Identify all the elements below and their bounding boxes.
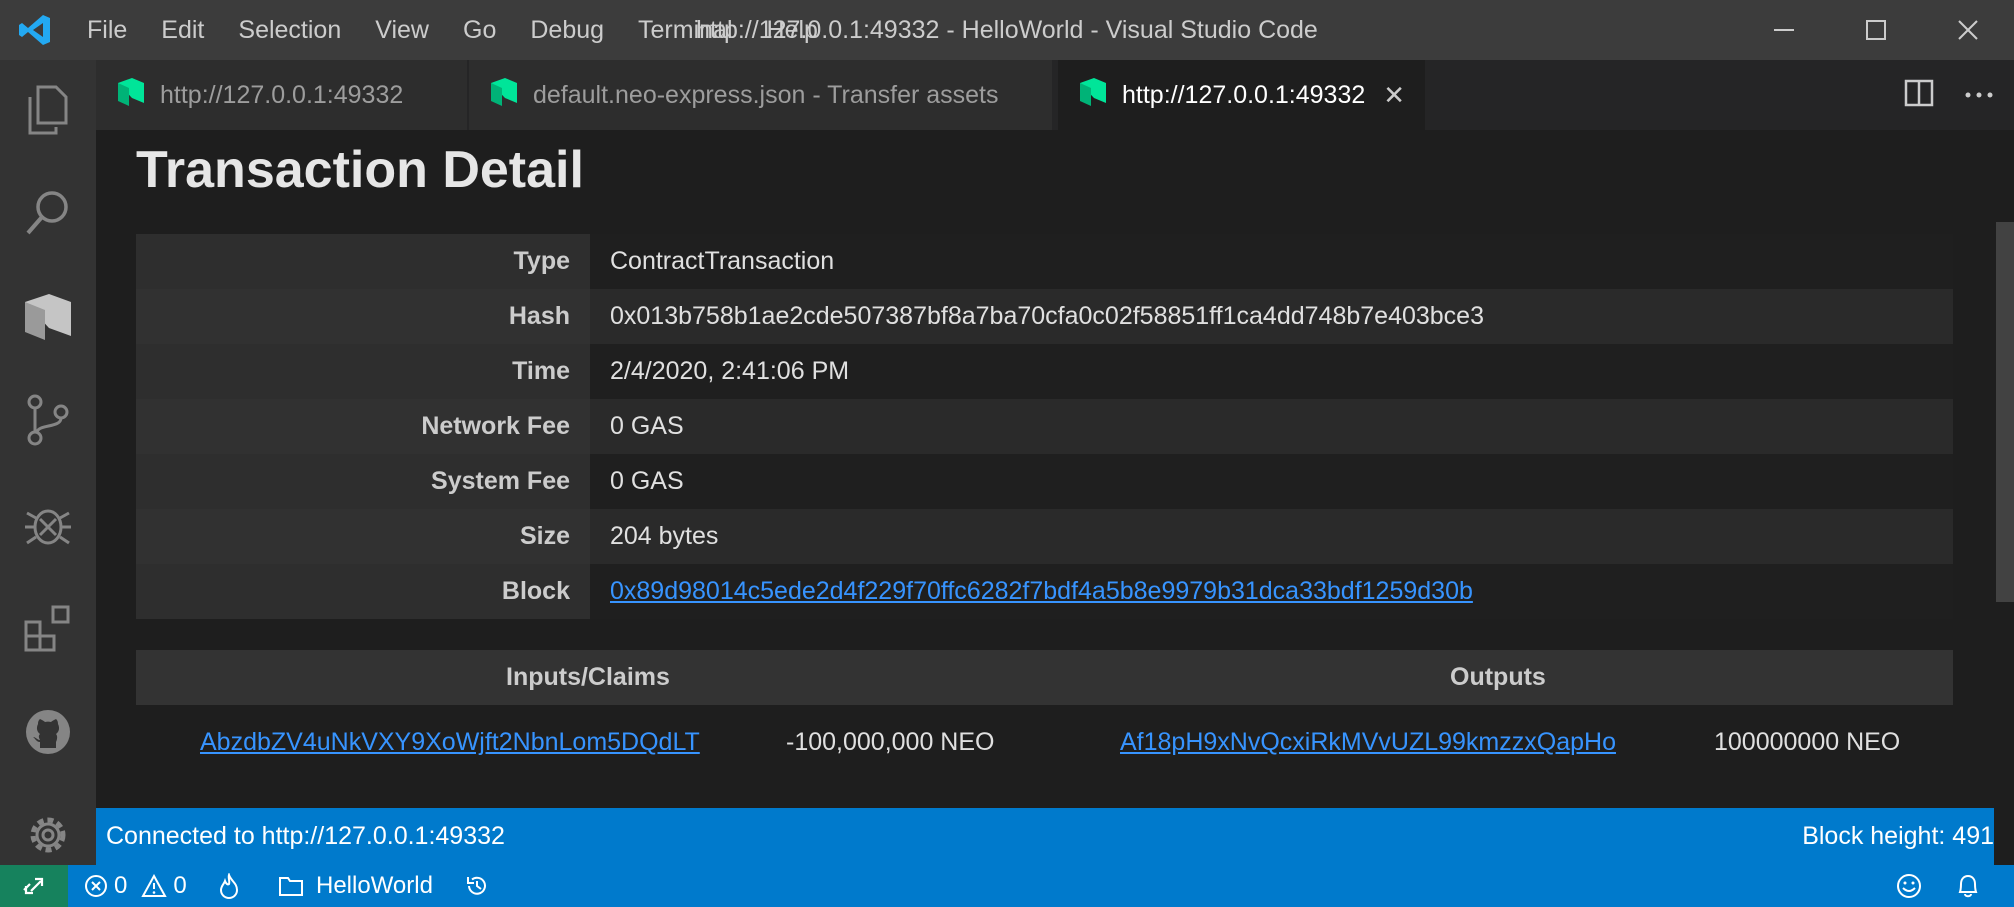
tab-neo-express-json[interactable]: default.neo-express.json - Transfer asse… xyxy=(469,60,1053,130)
tab-label: http://127.0.0.1:49332 xyxy=(1122,80,1366,109)
row-value: 0x013b758b1ae2cde507387bf8a7ba70cfa0c02f… xyxy=(590,289,1953,344)
explorer-icon[interactable] xyxy=(0,60,96,160)
input-address[interactable]: AbzdbZV4uNkVXY9XoWjft2NbnLom5DQdLT xyxy=(200,728,700,756)
remote-icon xyxy=(23,877,44,895)
window-controls xyxy=(1738,0,2014,60)
neo-icon[interactable] xyxy=(0,267,96,367)
editor-tabs: http://127.0.0.1:49332 default.neo-expre… xyxy=(96,60,2014,130)
maximize-icon xyxy=(1866,20,1886,40)
output-amount: 100000000 NEO xyxy=(1714,728,1901,756)
tab-label: default.neo-express.json - Transfer asse… xyxy=(533,80,999,109)
page-title: Transaction Detail xyxy=(136,141,584,199)
folder-icon xyxy=(279,877,303,896)
menu-file[interactable]: File xyxy=(70,0,144,60)
row-value: ContractTransaction xyxy=(590,234,1953,289)
scrollbar-thumb[interactable] xyxy=(1996,222,2014,602)
io-header: Inputs/Claims Outputs xyxy=(136,650,1953,705)
error-icon xyxy=(85,875,107,897)
notifications-icon[interactable] xyxy=(1956,865,1980,907)
flame-icon[interactable] xyxy=(218,865,240,907)
row-label: Time xyxy=(136,344,590,399)
activity-bar xyxy=(0,60,96,865)
extensions-icon[interactable] xyxy=(0,578,96,678)
maximize-button[interactable] xyxy=(1830,0,1922,60)
block-hash-link[interactable]: 0x89d98014c5ede2d4f229f70ffc6282f7bdf4a5… xyxy=(610,577,1473,605)
menu-edit[interactable]: Edit xyxy=(144,0,221,60)
row-value: 2/4/2020, 2:41:06 PM xyxy=(590,344,1953,399)
output-address[interactable]: Af18pH9xNvQcxiRkMVvUZL99kmzzxQapHo xyxy=(1120,728,1616,756)
connection-bar: Connected to http://127.0.0.1:49332 Bloc… xyxy=(96,808,1994,865)
menu-terminal[interactable]: Terminal xyxy=(621,0,749,60)
vscode-logo-icon xyxy=(0,0,70,60)
minimize-button[interactable] xyxy=(1738,0,1830,60)
table-row: Size 204 bytes xyxy=(136,509,1953,564)
table-row: Hash 0x013b758b1ae2cde507387bf8a7ba70cfa… xyxy=(136,289,1953,344)
more-actions-icon[interactable] xyxy=(1964,86,1994,104)
debug-icon[interactable] xyxy=(0,474,96,574)
menu-debug[interactable]: Debug xyxy=(513,0,621,60)
output-address-link[interactable]: Af18pH9xNvQcxiRkMVvUZL99kmzzxQapHo xyxy=(1120,728,1616,757)
menu-help[interactable]: Help xyxy=(750,0,835,60)
tab-local-url-2[interactable]: http://127.0.0.1:49332 ✕ xyxy=(1058,60,1426,130)
folder-indicator[interactable]: HelloWorld xyxy=(278,865,433,907)
close-icon xyxy=(1958,20,1978,40)
title-bar: File Edit Selection View Go Debug Termin… xyxy=(0,0,2014,60)
minimize-icon xyxy=(1774,29,1794,31)
warning-icon xyxy=(141,874,168,897)
transaction-detail-table: Type ContractTransaction Hash 0x013b758b… xyxy=(136,234,1953,619)
history-icon[interactable] xyxy=(464,865,490,907)
table-row: Block 0x89d98014c5ede2d4f229f70ffc6282f7… xyxy=(136,564,1953,619)
feedback-icon[interactable] xyxy=(1896,865,1922,907)
split-editor-icon[interactable] xyxy=(1904,79,1934,112)
tab-local-url-1[interactable]: http://127.0.0.1:49332 xyxy=(96,60,468,130)
error-count: 0 xyxy=(114,872,128,899)
search-icon[interactable] xyxy=(0,163,96,263)
table-row: Time 2/4/2020, 2:41:06 PM xyxy=(136,344,1953,399)
tab-label: http://127.0.0.1:49332 xyxy=(160,80,404,109)
neo-icon xyxy=(489,77,519,114)
webview-content: Transaction Detail Type ContractTransact… xyxy=(96,130,1994,808)
editor-actions xyxy=(1904,60,1994,130)
inputs-header: Inputs/Claims xyxy=(506,663,670,691)
folder-name: HelloWorld xyxy=(316,872,433,899)
outputs-header: Outputs xyxy=(1450,663,1546,691)
warning-count: 0 xyxy=(173,872,187,899)
problems-indicator[interactable]: 0 0 xyxy=(84,865,187,907)
input-amount: -100,000,000 NEO xyxy=(786,728,995,756)
github-icon[interactable] xyxy=(0,682,96,782)
row-label: System Fee xyxy=(136,454,590,509)
neo-icon xyxy=(1078,77,1108,114)
connection-status: Connected to http://127.0.0.1:49332 xyxy=(106,822,505,850)
table-row: System Fee 0 GAS xyxy=(136,454,1953,509)
table-row: Type ContractTransaction xyxy=(136,234,1953,289)
source-control-icon[interactable] xyxy=(0,370,96,470)
row-label: Hash xyxy=(136,289,590,344)
row-label: Type xyxy=(136,234,590,289)
menu-go[interactable]: Go xyxy=(446,0,513,60)
menu-selection[interactable]: Selection xyxy=(221,0,358,60)
row-value: 0x89d98014c5ede2d4f229f70ffc6282f7bdf4a5… xyxy=(590,564,1953,619)
input-address-link[interactable]: AbzdbZV4uNkVXY9XoWjft2NbnLom5DQdLT xyxy=(200,728,700,757)
menu-view[interactable]: View xyxy=(358,0,446,60)
row-value: 0 GAS xyxy=(590,399,1953,454)
menu-bar: File Edit Selection View Go Debug Termin… xyxy=(70,0,835,60)
remote-button[interactable] xyxy=(0,865,68,907)
block-height: Block height: 491 xyxy=(1802,822,1994,850)
neo-icon xyxy=(116,77,146,114)
status-bar: 0 0 HelloWorld xyxy=(0,865,2014,907)
close-window-button[interactable] xyxy=(1922,0,2014,60)
close-tab-icon[interactable]: ✕ xyxy=(1383,80,1405,111)
row-label: Block xyxy=(136,564,590,619)
table-row: Network Fee 0 GAS xyxy=(136,399,1953,454)
row-label: Network Fee xyxy=(136,399,590,454)
row-label: Size xyxy=(136,509,590,564)
row-value: 204 bytes xyxy=(590,509,1953,564)
row-value: 0 GAS xyxy=(590,454,1953,509)
